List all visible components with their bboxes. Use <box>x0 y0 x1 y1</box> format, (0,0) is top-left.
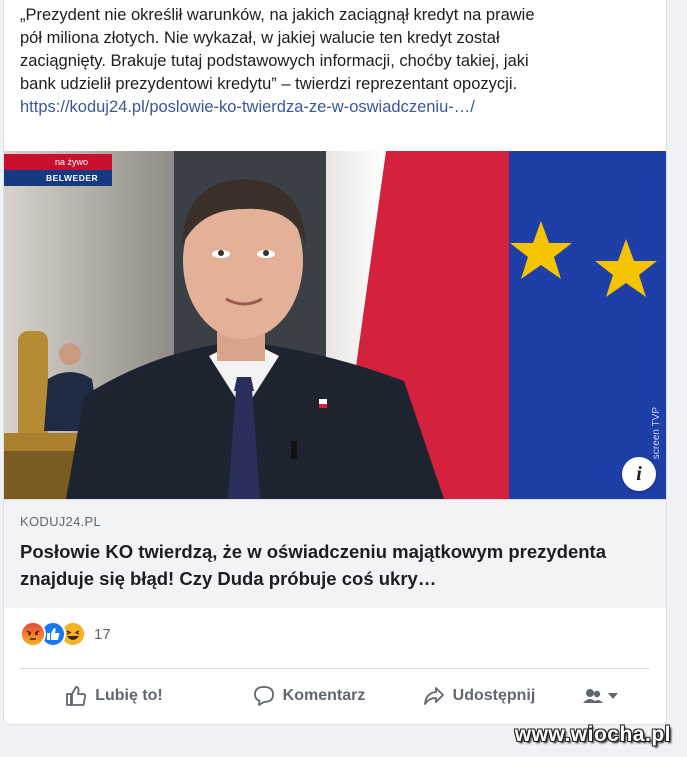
tv-watermark: screen TVP <box>651 406 662 459</box>
thumbs-up-icon <box>66 686 87 706</box>
share-icon <box>423 687 444 705</box>
post-text-line: „Prezydent nie określił warunków, na jak… <box>20 6 535 24</box>
comment-button[interactable]: Komentarz <box>224 674 394 718</box>
live-label: na żywo <box>4 154 112 170</box>
share-label: Udostępnij <box>452 687 536 704</box>
post-actions-bar: Lubię to! Komentarz Udostępnij <box>4 674 666 718</box>
reaction-count[interactable]: 17 <box>94 626 111 643</box>
angry-reaction-icon <box>20 621 46 647</box>
chevron-down-icon <box>608 693 618 699</box>
preview-domain: KODUJ24.PL <box>20 514 102 529</box>
post-text: „Prezydent nie określił warunków, na jak… <box>20 4 650 119</box>
reactions-summary[interactable]: 17 <box>20 621 111 647</box>
preview-headline[interactable]: Posłowie KO twierdzą, że w oświadczeniu … <box>20 538 650 592</box>
location-label: BELWEDER <box>4 170 112 186</box>
divider <box>20 668 650 669</box>
post-link[interactable]: https://koduj24.pl/poslowie-ko-twierdza-… <box>20 96 650 119</box>
share-button[interactable]: Udostępnij <box>394 674 564 718</box>
live-broadcast-badge: na żywo BELWEDER <box>4 154 112 187</box>
like-button[interactable]: Lubię to! <box>4 674 224 718</box>
press-conference-photo <box>4 151 666 499</box>
link-preview-caption[interactable]: KODUJ24.PL Posłowie KO twierdzą, że w oś… <box>4 499 666 608</box>
post-text-line: pół miliona złotych. Nie wykazał, w jaki… <box>20 29 500 47</box>
site-watermark: www.wiocha.pl <box>514 723 671 746</box>
post-text-line: bank udzielił prezydentowi kredytu” – tw… <box>20 75 518 93</box>
info-icon[interactable]: i <box>622 457 656 491</box>
audience-selector[interactable] <box>564 674 644 718</box>
post-text-line: zaciągnięty. Brakuje tutaj podstawowych … <box>20 52 529 70</box>
like-label: Lubię to! <box>95 687 163 704</box>
comment-label: Komentarz <box>282 687 366 704</box>
comment-icon <box>253 686 274 706</box>
link-preview-image[interactable]: na żywo BELWEDER screen TVP i <box>4 151 666 499</box>
facebook-post-card: „Prezydent nie określił warunków, na jak… <box>3 0 667 725</box>
friends-audience-icon <box>583 689 603 703</box>
